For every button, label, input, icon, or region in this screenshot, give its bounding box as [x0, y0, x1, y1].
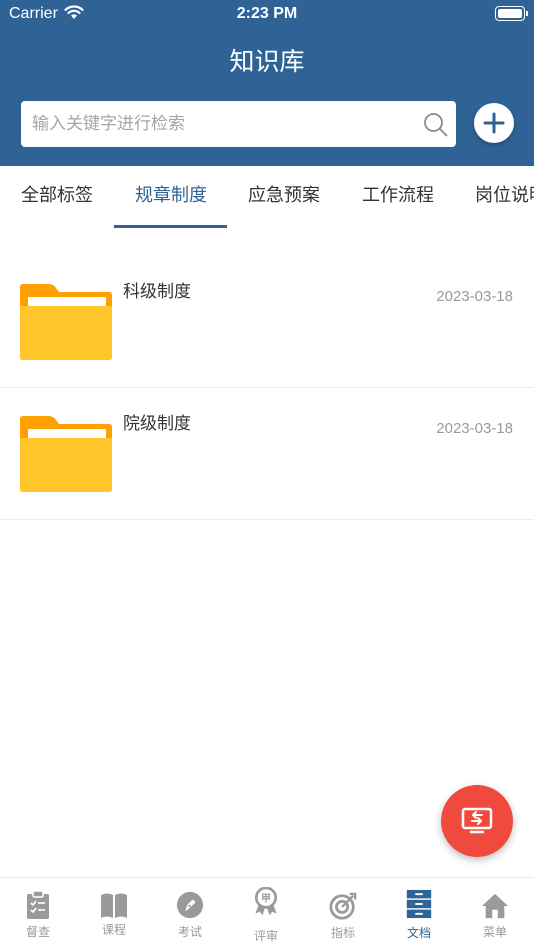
active-tab-indicator	[114, 225, 227, 228]
list-item[interactable]: 院级制度 2023-03-18	[0, 388, 534, 520]
folder-icon	[20, 416, 112, 492]
clock: 2:23 PM	[236, 5, 298, 22]
add-button[interactable]	[474, 103, 514, 143]
document-date: 2023-03-18	[436, 288, 513, 305]
list-item[interactable]: 科级制度 2023-03-18	[0, 256, 534, 388]
tab-regulations[interactable]: 规章制度	[135, 166, 207, 228]
tabbar-label: 督查	[25, 925, 50, 939]
tabbar-label: 考试	[177, 925, 202, 939]
document-name: 科级制度	[123, 282, 191, 302]
award-icon: 甲	[254, 887, 278, 916]
tabbar-label: 文档	[406, 926, 431, 940]
tabbar-label: 菜单	[482, 925, 507, 939]
category-tabs: 全部标签 规章制度 应急预案 工作流程 岗位说明	[0, 166, 534, 228]
tabbar-item-supervision[interactable]: 督查	[0, 878, 76, 950]
svg-text:甲: 甲	[261, 893, 271, 905]
screen-share-button[interactable]	[441, 785, 513, 857]
tabbar-item-documents[interactable]: 文档	[381, 878, 457, 950]
pen-icon	[176, 891, 204, 919]
checklist-icon	[27, 890, 49, 919]
file-cabinet-icon	[406, 889, 432, 919]
tab-workflow[interactable]: 工作流程	[362, 166, 434, 228]
search-bar	[21, 101, 456, 147]
tab-all-tags[interactable]: 全部标签	[21, 166, 93, 228]
search-input[interactable]	[21, 101, 411, 147]
bottom-tab-bar: 督查 课程 考试 甲 评审 指标 文档 菜单	[0, 877, 534, 950]
app-header: Carrier 2:23 PM 知识库	[0, 0, 534, 166]
document-name: 院级制度	[123, 414, 191, 434]
document-date: 2023-03-18	[436, 420, 513, 437]
target-icon	[329, 892, 357, 920]
tabbar-item-review[interactable]: 甲 评审	[228, 878, 304, 950]
search-icon[interactable]	[423, 112, 448, 137]
page-title: 知识库	[229, 47, 305, 76]
battery-icon	[495, 6, 528, 21]
status-bar: Carrier 2:23 PM	[0, 0, 534, 28]
tabbar-label: 评审	[253, 929, 278, 943]
tabbar-item-indicators[interactable]: 指标	[305, 878, 381, 950]
book-icon	[101, 893, 127, 918]
tabbar-item-courses[interactable]: 课程	[76, 878, 152, 950]
folder-icon	[20, 284, 112, 360]
tab-job-descriptions[interactable]: 岗位说明	[475, 166, 534, 228]
screen-share-icon	[461, 807, 493, 834]
tabbar-item-menu[interactable]: 菜单	[457, 878, 533, 950]
plus-icon	[483, 112, 505, 134]
tab-emergency-plans[interactable]: 应急预案	[248, 166, 320, 228]
home-icon	[481, 893, 509, 919]
tabbar-item-exam[interactable]: 考试	[152, 878, 228, 950]
tabbar-label: 课程	[101, 923, 126, 937]
tabbar-label: 指标	[330, 926, 355, 940]
